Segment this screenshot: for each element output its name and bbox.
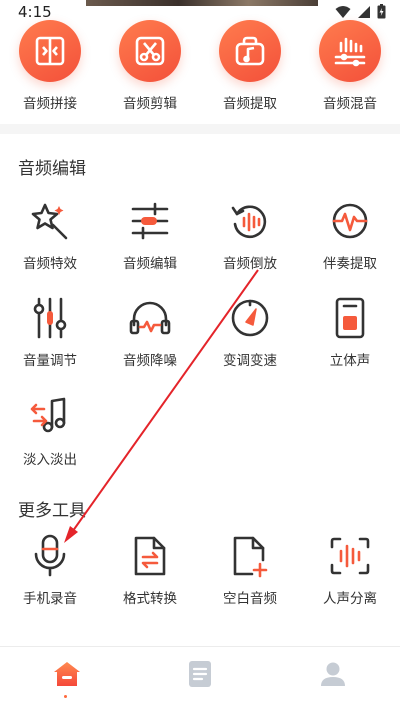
nav-profile[interactable] — [266, 647, 399, 710]
home-icon — [53, 662, 80, 686]
tool-format-convert[interactable]: 格式转换 — [100, 531, 200, 641]
splice-icon — [19, 20, 81, 82]
nav-active-dot — [64, 695, 67, 698]
headphones-icon — [125, 293, 175, 343]
tool-label: 音频拼接 — [23, 96, 77, 112]
speed-gauge-icon — [225, 293, 275, 343]
section-divider — [0, 124, 400, 134]
tool-label: 空白音频 — [223, 591, 277, 607]
wifi-icon — [335, 5, 351, 18]
music-bag-icon — [219, 20, 281, 82]
status-time: 4:15 — [18, 3, 52, 21]
tool-fade-in-out[interactable]: 淡入淡出 — [0, 392, 100, 502]
top-tools-row: 音频拼接 音频剪辑 音频提取 音频混音 — [0, 20, 400, 130]
scissors-icon — [119, 20, 181, 82]
battery-icon — [377, 4, 386, 19]
tool-label: 音频编辑 — [123, 256, 177, 272]
photo-strip — [86, 0, 318, 6]
tool-blank-audio[interactable]: 空白音频 — [200, 531, 300, 641]
tool-label: 音量调节 — [23, 353, 77, 369]
tool-noise-reduction[interactable]: 音频降噪 — [100, 293, 200, 403]
nav-documents[interactable] — [133, 647, 266, 710]
tool-label: 人声分离 — [323, 591, 377, 607]
file-add-icon — [225, 531, 275, 581]
voice-separate-icon — [325, 531, 375, 581]
tool-accompaniment-extract[interactable]: 伴奏提取 — [300, 196, 400, 306]
tool-label: 变调变速 — [223, 353, 277, 369]
tool-audio-splice[interactable]: 音频拼接 — [0, 20, 100, 130]
document-icon — [188, 661, 211, 687]
tool-label: 淡入淡出 — [23, 452, 77, 468]
tool-audio-cut[interactable]: 音频剪辑 — [100, 20, 200, 130]
tool-label: 音频特效 — [23, 256, 77, 272]
tool-audio-mix[interactable]: 音频混音 — [300, 20, 400, 130]
file-convert-icon — [125, 531, 175, 581]
mixer-icon — [319, 20, 381, 82]
tool-label: 音频混音 — [323, 96, 377, 112]
speaker-icon — [325, 293, 375, 343]
fade-note-icon — [25, 392, 75, 442]
sliders-icon — [125, 196, 175, 246]
section-title-more-tools: 更多工具 — [18, 501, 86, 521]
more-tools-row: 手机录音 格式转换 空白音频 人声分离 — [0, 531, 400, 641]
reverse-play-icon — [225, 196, 275, 246]
tool-label: 立体声 — [329, 353, 371, 369]
tool-volume-adjust[interactable]: 音量调节 — [0, 293, 100, 403]
tool-label: 伴奏提取 — [323, 256, 377, 272]
section-title-audio-edit: 音频编辑 — [18, 159, 86, 179]
tool-label: 格式转换 — [123, 591, 177, 607]
tool-audio-reverse[interactable]: 音频倒放 — [200, 196, 300, 306]
tool-label: 音频降噪 — [123, 353, 177, 369]
tool-label: 音频剪辑 — [123, 96, 177, 112]
audio-edit-row-3: 淡入淡出 — [0, 392, 400, 502]
waveform-circle-icon — [325, 196, 375, 246]
tool-label: 音频提取 — [223, 96, 277, 112]
tool-phone-recording[interactable]: 手机录音 — [0, 531, 100, 641]
tool-label: 音频倒放 — [223, 256, 277, 272]
magic-star-icon — [25, 196, 75, 246]
tool-audio-extract[interactable]: 音频提取 — [200, 20, 300, 130]
tool-stereo[interactable]: 立体声 — [300, 293, 400, 403]
signal-icon — [358, 5, 370, 18]
audio-edit-row-1: 音频特效 音频编辑 音频倒放 伴奏提取 — [0, 196, 400, 306]
nav-home[interactable] — [0, 647, 133, 710]
volume-sliders-icon — [25, 293, 75, 343]
audio-edit-row-2: 音量调节 音频降噪 变调变速 立体声 — [0, 293, 400, 403]
status-icons — [335, 4, 386, 19]
bottom-nav — [0, 646, 400, 710]
tool-label: 手机录音 — [23, 591, 77, 607]
tool-pitch-speed[interactable]: 变调变速 — [200, 293, 300, 403]
microphone-icon — [25, 531, 75, 581]
profile-icon — [320, 662, 345, 686]
tool-audio-edit[interactable]: 音频编辑 — [100, 196, 200, 306]
tool-voice-separation[interactable]: 人声分离 — [300, 531, 400, 641]
tool-audio-effects[interactable]: 音频特效 — [0, 196, 100, 306]
